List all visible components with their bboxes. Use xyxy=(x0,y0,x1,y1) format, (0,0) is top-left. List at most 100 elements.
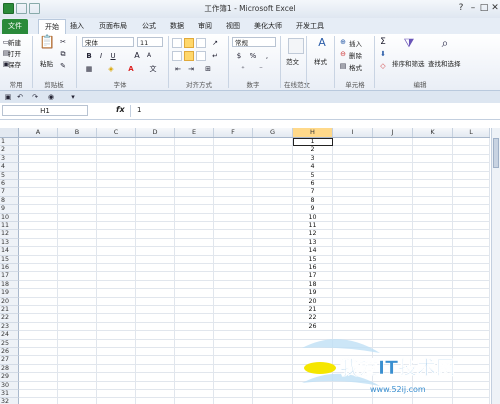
cell-c24[interactable] xyxy=(97,331,136,340)
cell-c21[interactable] xyxy=(97,306,136,315)
cell-g5[interactable] xyxy=(253,171,293,180)
autosum-button[interactable]: Σ xyxy=(378,37,388,47)
row-header[interactable]: 5 xyxy=(0,171,19,180)
cell-e28[interactable] xyxy=(175,364,214,374)
fanwen-button[interactable]: 范文 xyxy=(286,56,299,66)
cell-a32[interactable] xyxy=(19,398,58,404)
cell-f19[interactable] xyxy=(214,289,253,298)
row-header[interactable]: 1 xyxy=(0,138,19,147)
row-header[interactable]: 6 xyxy=(0,180,19,189)
row-header[interactable]: 24 xyxy=(0,331,19,340)
cell-a16[interactable] xyxy=(19,264,58,273)
cell-a25[interactable] xyxy=(19,339,58,348)
cell-j9[interactable] xyxy=(373,205,413,214)
cell-a11[interactable] xyxy=(19,222,58,231)
cell-c1[interactable] xyxy=(97,138,136,147)
cell-c20[interactable] xyxy=(97,297,136,306)
cell-l15[interactable] xyxy=(453,255,490,264)
cell-b8[interactable] xyxy=(58,196,97,206)
cell-f24[interactable] xyxy=(214,331,253,340)
cell-c31[interactable] xyxy=(97,390,136,399)
delete-cells-button[interactable]: 删除 xyxy=(349,50,362,60)
cell-f12[interactable] xyxy=(214,230,253,239)
cell-b15[interactable] xyxy=(58,255,97,264)
print-preview-icon[interactable]: ◉ xyxy=(46,92,56,102)
cell-j2[interactable] xyxy=(373,146,413,155)
cell-c23[interactable] xyxy=(97,322,136,332)
cell-b30[interactable] xyxy=(58,381,97,390)
cell-f15[interactable] xyxy=(214,255,253,264)
cell-g8[interactable] xyxy=(253,196,293,206)
cell-l17[interactable] xyxy=(453,272,490,281)
cell-c14[interactable] xyxy=(97,247,136,256)
row-header[interactable]: 18 xyxy=(0,280,19,290)
cell-e8[interactable] xyxy=(175,196,214,206)
cell-e15[interactable] xyxy=(175,255,214,264)
cell-g30[interactable] xyxy=(253,381,293,390)
cell-i17[interactable] xyxy=(333,272,373,281)
paste-button[interactable]: 粘贴 xyxy=(40,58,53,68)
cell-f3[interactable] xyxy=(214,154,253,164)
row-header[interactable]: 27 xyxy=(0,356,19,365)
cell-g15[interactable] xyxy=(253,255,293,264)
cell-a24[interactable] xyxy=(19,331,58,340)
column-header-d[interactable]: D xyxy=(136,128,175,137)
cell-f18[interactable] xyxy=(214,280,253,290)
cell-d26[interactable] xyxy=(136,348,175,357)
cell-b13[interactable] xyxy=(58,238,97,248)
cell-b14[interactable] xyxy=(58,247,97,256)
cell-f6[interactable] xyxy=(214,180,253,189)
cell-j12[interactable] xyxy=(373,230,413,239)
cell-h20[interactable]: 20 xyxy=(293,297,333,306)
column-header-h[interactable]: H xyxy=(293,128,333,137)
cell-g25[interactable] xyxy=(253,339,293,348)
column-header-a[interactable]: A xyxy=(19,128,58,137)
cell-h3[interactable]: 3 xyxy=(293,154,333,164)
cell-j14[interactable] xyxy=(373,247,413,256)
cell-f28[interactable] xyxy=(214,364,253,374)
align-bottom-button[interactable] xyxy=(196,38,206,48)
cell-l5[interactable] xyxy=(453,171,490,180)
cell-k16[interactable] xyxy=(413,264,453,273)
cell-k22[interactable] xyxy=(413,314,453,323)
cell-g17[interactable] xyxy=(253,272,293,281)
cell-d25[interactable] xyxy=(136,339,175,348)
cell-g28[interactable] xyxy=(253,364,293,374)
cell-e27[interactable] xyxy=(175,356,214,365)
cell-e26[interactable] xyxy=(175,348,214,357)
cell-f14[interactable] xyxy=(214,247,253,256)
cell-f27[interactable] xyxy=(214,356,253,365)
row-header[interactable]: 21 xyxy=(0,306,19,315)
cell-a28[interactable] xyxy=(19,364,58,374)
cell-c10[interactable] xyxy=(97,213,136,222)
increase-indent-icon[interactable]: ⇥ xyxy=(186,64,196,74)
cell-e6[interactable] xyxy=(175,180,214,189)
cell-a3[interactable] xyxy=(19,154,58,164)
cell-k4[interactable] xyxy=(413,163,453,172)
cell-d9[interactable] xyxy=(136,205,175,214)
cell-e25[interactable] xyxy=(175,339,214,348)
cell-a20[interactable] xyxy=(19,297,58,306)
cell-g26[interactable] xyxy=(253,348,293,357)
tab-insert[interactable]: 插入 xyxy=(66,19,88,34)
cell-i13[interactable] xyxy=(333,238,373,248)
decrease-indent-icon[interactable]: ⇤ xyxy=(173,64,183,74)
cell-j8[interactable] xyxy=(373,196,413,206)
cell-c17[interactable] xyxy=(97,272,136,281)
cell-a6[interactable] xyxy=(19,180,58,189)
cell-k13[interactable] xyxy=(413,238,453,248)
cell-e13[interactable] xyxy=(175,238,214,248)
cell-f20[interactable] xyxy=(214,297,253,306)
cell-l16[interactable] xyxy=(453,264,490,273)
cell-d2[interactable] xyxy=(136,146,175,155)
cell-k9[interactable] xyxy=(413,205,453,214)
cell-j21[interactable] xyxy=(373,306,413,315)
cell-f29[interactable] xyxy=(214,373,253,382)
cell-d28[interactable] xyxy=(136,364,175,374)
cell-d27[interactable] xyxy=(136,356,175,365)
cell-k14[interactable] xyxy=(413,247,453,256)
cell-a12[interactable] xyxy=(19,230,58,239)
cell-e7[interactable] xyxy=(175,188,214,197)
cell-d11[interactable] xyxy=(136,222,175,231)
tab-home[interactable]: 开始 xyxy=(38,19,66,35)
